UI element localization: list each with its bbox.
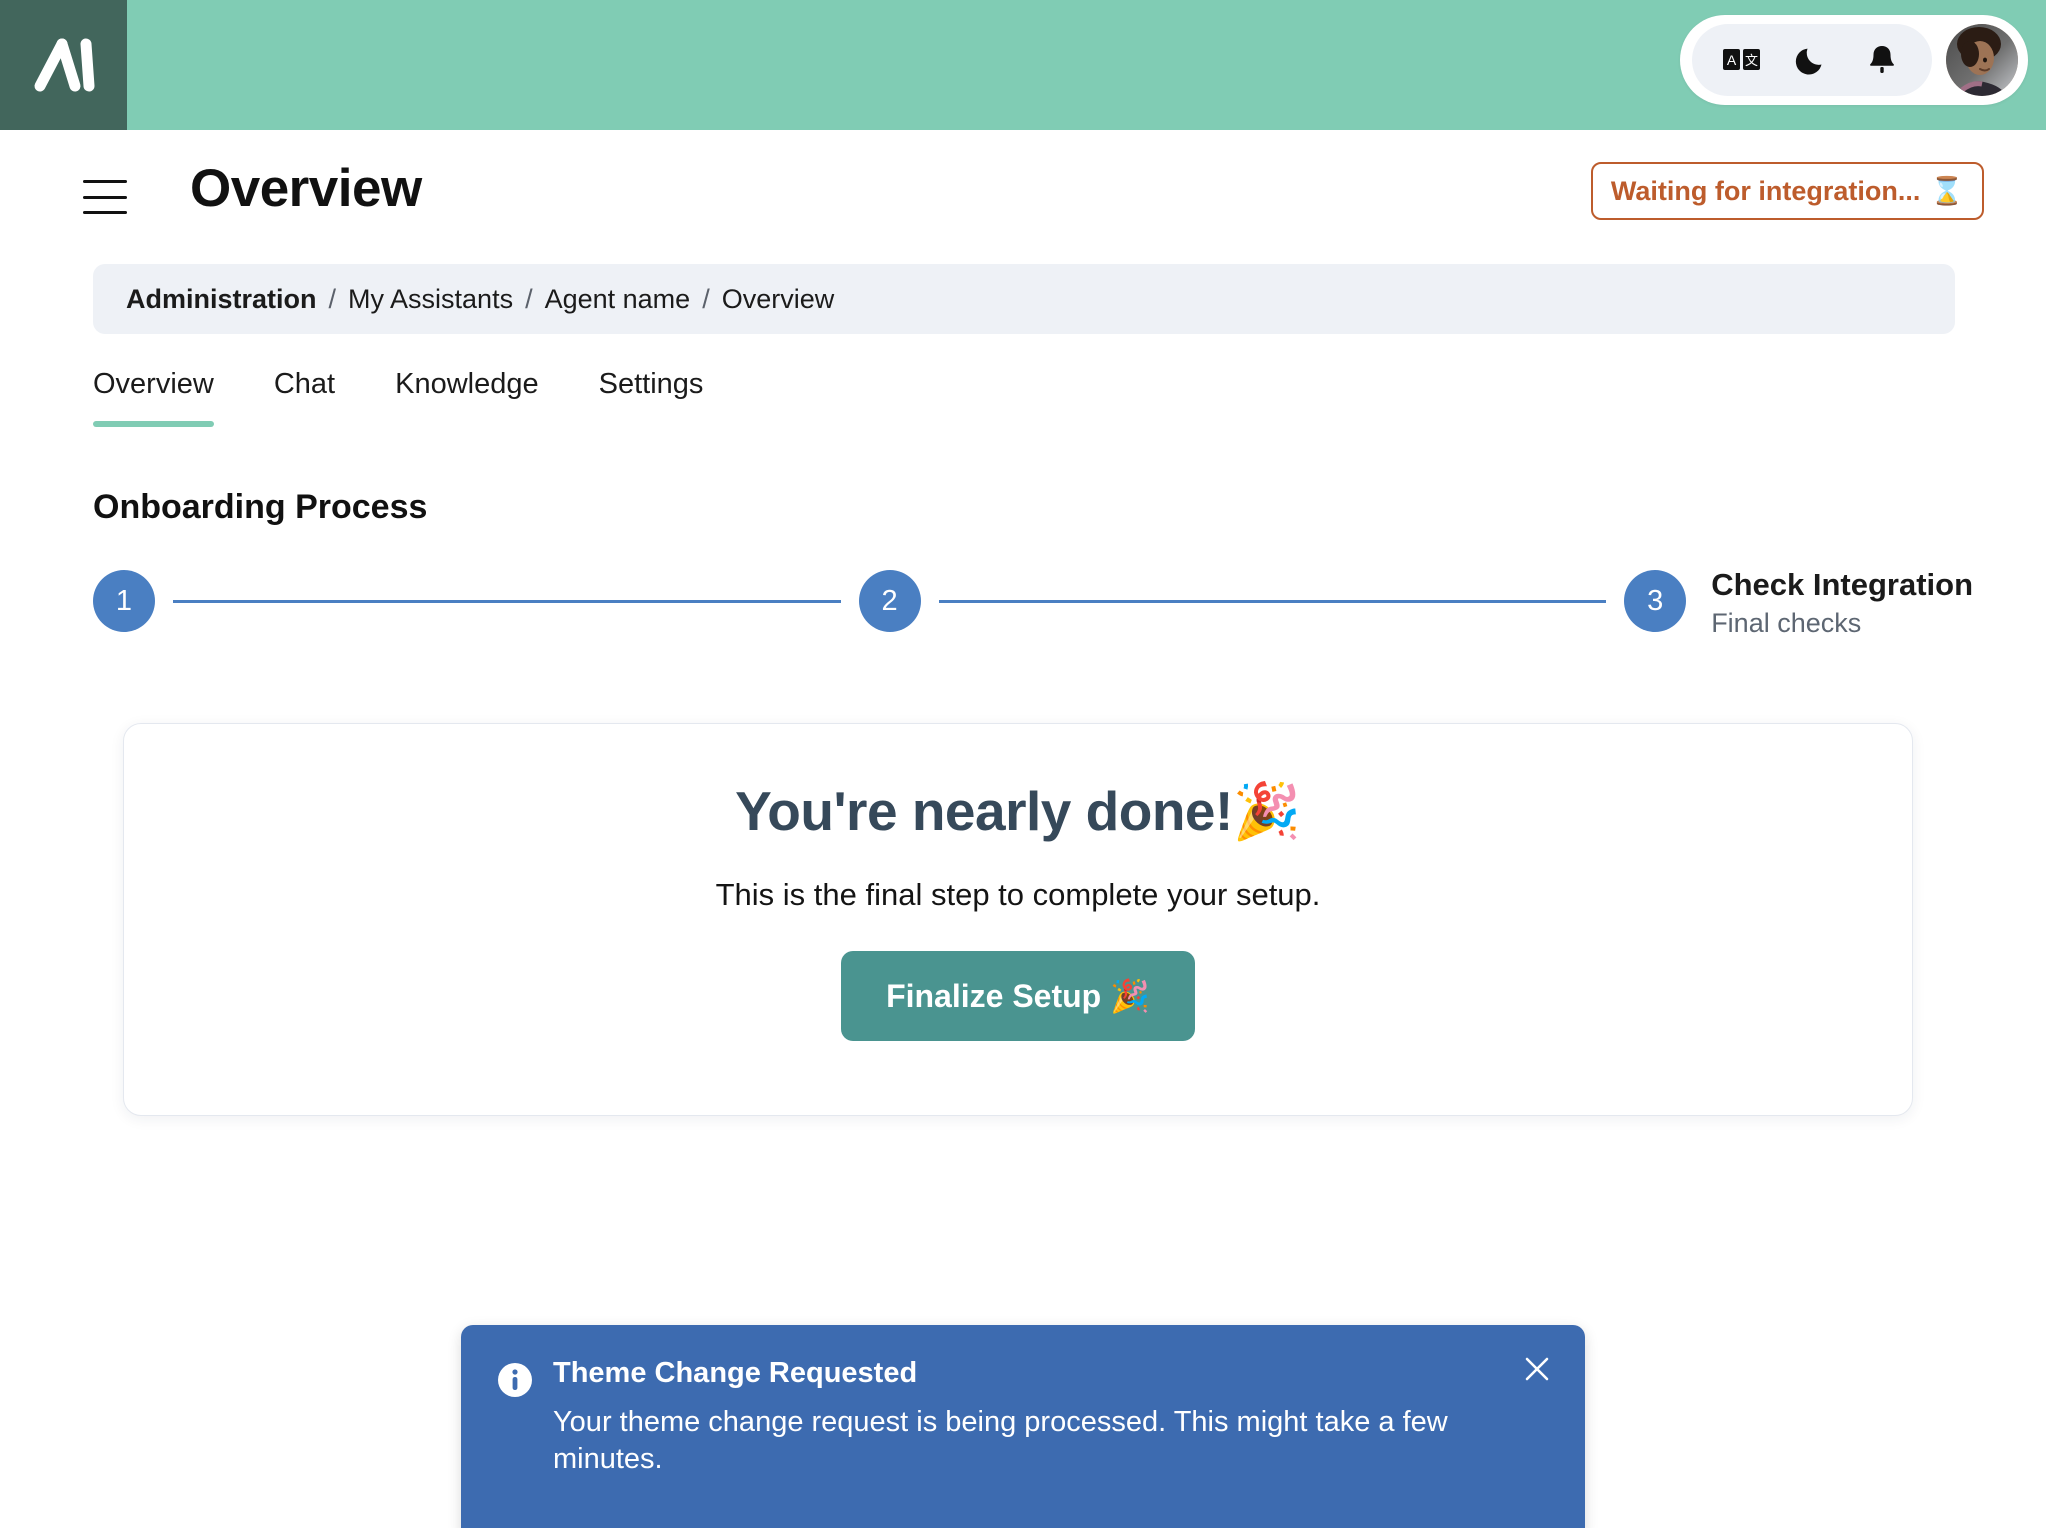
svg-text:A: A: [1727, 52, 1737, 68]
step-2[interactable]: 2: [858, 570, 921, 632]
step-1-number: 1: [93, 570, 155, 632]
step-1[interactable]: 1: [93, 570, 155, 632]
dark-mode-icon[interactable]: [1792, 40, 1832, 80]
status-badge[interactable]: Waiting for integration... ⌛: [1590, 162, 1984, 220]
page-title: Overview: [190, 159, 422, 218]
tab-knowledge[interactable]: Knowledge: [365, 368, 569, 427]
top-icon-group: A 文: [1692, 24, 1932, 96]
breadcrumb-item-my-assistants[interactable]: My Assistants: [348, 284, 513, 315]
breadcrumb-item-agent-name[interactable]: Agent name: [545, 284, 691, 315]
card-title: You're nearly done!🎉: [735, 779, 1301, 844]
close-icon: [1525, 1357, 1549, 1381]
step-2-number: 2: [858, 570, 921, 632]
breadcrumb-separator: /: [328, 283, 337, 314]
translate-icon[interactable]: A 文: [1722, 40, 1762, 80]
top-bar: A 文: [0, 0, 2046, 130]
party-popper-icon: 🎉: [1232, 779, 1301, 843]
tab-bar: Overview Chat Knowledge Settings: [93, 368, 733, 427]
toast-header: Theme Change Requested Your theme change…: [497, 1357, 1549, 1478]
content-area: Overview Waiting for integration... ⌛ Ad…: [0, 130, 2046, 1116]
svg-text:文: 文: [1745, 54, 1758, 69]
notifications-icon[interactable]: [1862, 40, 1902, 80]
step-3[interactable]: 3 Check Integration Final checks: [1624, 567, 1973, 639]
card-subtitle: This is the final step to complete your …: [715, 877, 1321, 912]
app-root: A 文 Overview Waiting for integration... …: [0, 0, 2046, 1528]
tab-chat[interactable]: Chat: [244, 368, 365, 427]
toast-text-block: Theme Change Requested Your theme change…: [553, 1357, 1508, 1478]
breadcrumb-item-overview[interactable]: Overview: [722, 284, 835, 315]
step-3-label: Check Integration: [1711, 567, 1974, 602]
step-3-number: 3: [1624, 570, 1687, 632]
step-connector-1-2: [173, 600, 841, 603]
tab-settings[interactable]: Settings: [569, 368, 734, 427]
finalize-setup-label: Finalize Setup: [886, 978, 1102, 1014]
info-icon: [498, 1363, 532, 1397]
page-header: Overview Waiting for integration... ⌛: [0, 130, 2046, 240]
hourglass-icon: ⌛: [1930, 176, 1964, 207]
breadcrumb-separator: /: [525, 283, 533, 314]
toast-notification: Theme Change Requested Your theme change…: [461, 1325, 1585, 1528]
top-actions: A 文: [1680, 15, 2028, 105]
section-heading-onboarding: Onboarding Process: [93, 488, 428, 526]
party-popper-icon: 🎉: [1110, 977, 1150, 1015]
card-title-text: You're nearly done!: [735, 780, 1233, 842]
hamburger-line: [83, 195, 127, 199]
tab-overview[interactable]: Overview: [93, 368, 244, 427]
onboarding-stepper: 1 2 3 Check Integration Final checks: [93, 567, 1973, 660]
breadcrumb: Administration / My Assistants / Agent n…: [93, 264, 1955, 334]
app-logo[interactable]: [0, 0, 127, 130]
avatar[interactable]: [1946, 24, 2018, 96]
status-badge-label: Waiting for integration...: [1610, 175, 1921, 206]
toast-close-button[interactable]: [1515, 1347, 1559, 1391]
hamburger-line: [83, 211, 127, 214]
breadcrumb-item-administration[interactable]: Administration: [126, 284, 317, 315]
step-3-sublabel: Final checks: [1711, 608, 1862, 638]
toast-body: Your theme change request is being proce…: [553, 1406, 1448, 1476]
finalize-setup-button[interactable]: Finalize Setup 🎉: [841, 951, 1195, 1041]
hamburger-line: [83, 180, 127, 183]
menu-toggle-button[interactable]: [83, 180, 127, 214]
toast-title: Theme Change Requested: [553, 1357, 918, 1389]
step-3-text: Check Integration Final checks: [1711, 567, 1973, 639]
breadcrumb-separator: /: [702, 283, 710, 314]
step-connector-2-3: [938, 600, 1607, 603]
final-step-card: You're nearly done!🎉 This is the final s…: [123, 723, 1913, 1116]
